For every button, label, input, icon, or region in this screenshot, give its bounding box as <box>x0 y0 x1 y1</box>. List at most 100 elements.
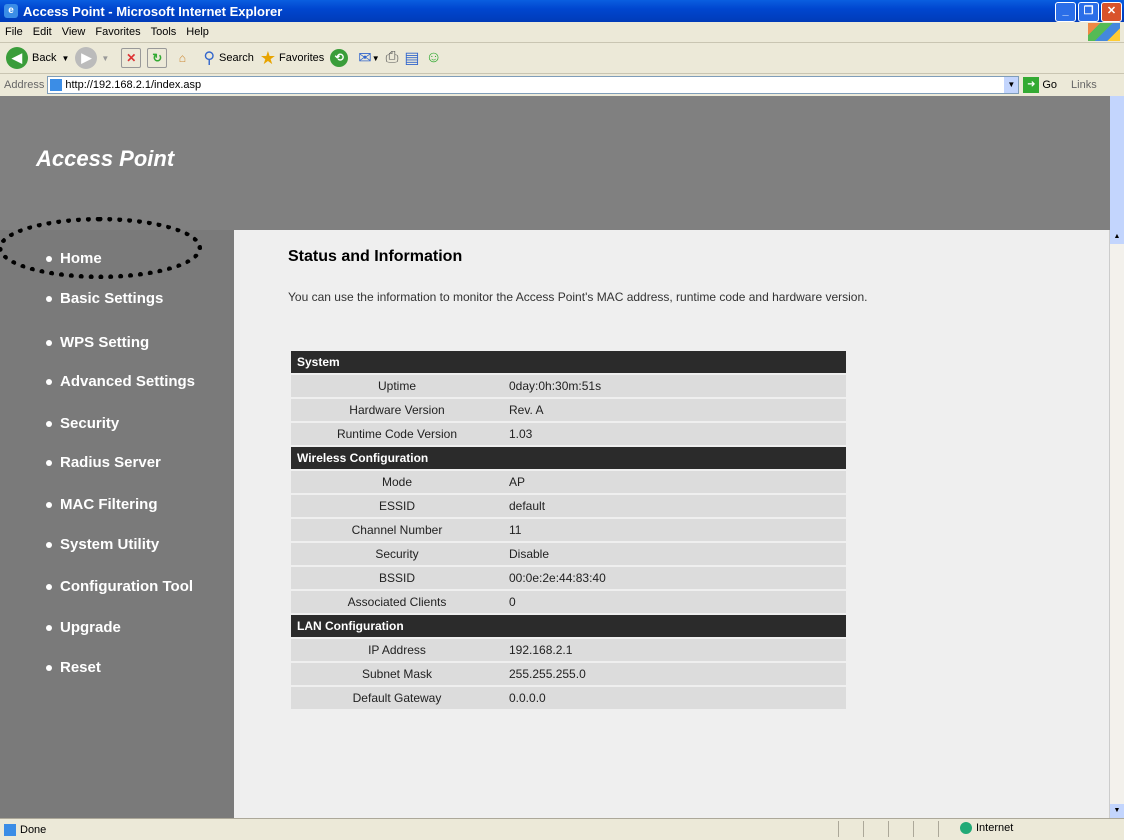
print-button[interactable]: ⎙ <box>386 49 399 67</box>
scrollbar-top <box>1110 96 1124 230</box>
status-text: Done <box>20 823 47 836</box>
chevron-down-icon[interactable]: ▼ <box>1004 77 1019 93</box>
nav-label: Basic Settings <box>60 290 164 307</box>
row-key: Uptime <box>291 375 503 397</box>
nav-home[interactable]: Home <box>46 250 102 267</box>
nav-label: System Utility <box>60 536 160 553</box>
bullet-icon <box>46 255 52 262</box>
row-key: Subnet Mask <box>291 663 503 685</box>
bullet-icon <box>46 501 52 508</box>
nav-label: Security <box>60 415 120 432</box>
messenger-icon: ☺ <box>425 49 442 66</box>
page-description: You can use the information to monitor t… <box>288 290 868 304</box>
forward-arrow-icon: ▶ <box>75 47 98 69</box>
nav-label: Home <box>60 250 102 267</box>
minimize-button[interactable]: _ <box>1055 2 1076 22</box>
nav-upgrade[interactable]: Upgrade <box>46 619 121 636</box>
nav-advanced-settings[interactable]: Advanced Settings <box>46 373 195 390</box>
nav-label: Advanced Settings <box>60 373 196 390</box>
table-row: Hardware Version Rev. A <box>291 399 846 421</box>
mail-icon: ✉ <box>358 50 372 67</box>
row-key: Security <box>291 543 503 565</box>
status-bar: Done Internet <box>0 818 1124 840</box>
nav-mac-filtering[interactable]: MAC Filtering <box>46 496 158 513</box>
address-url: http://192.168.2.1/index.asp <box>65 79 202 91</box>
stop-button[interactable]: ✕ <box>121 48 142 68</box>
row-value: 0day:0h:30m:51s <box>503 375 846 397</box>
menu-view[interactable]: View <box>57 26 91 38</box>
favorites-label: Favorites <box>279 52 325 64</box>
table-row: Associated Clients 0 <box>291 591 846 613</box>
row-key: Default Gateway <box>291 687 503 709</box>
go-button[interactable]: ➜ Go <box>1023 77 1057 93</box>
row-value: AP <box>503 471 846 493</box>
sidebar: Home Basic Settings WPS Setting Advanced… <box>32 230 234 818</box>
row-value: Rev. A <box>503 399 846 421</box>
window-title: Access Point - Microsoft Internet Explor… <box>23 3 283 19</box>
ie-icon: e <box>4 4 18 18</box>
refresh-button[interactable]: ↻ <box>147 48 168 68</box>
window-titlebar: e Access Point - Microsoft Internet Expl… <box>0 0 1124 22</box>
back-arrow-icon: ◀ <box>6 47 28 69</box>
menu-favorites[interactable]: Favorites <box>90 26 145 38</box>
search-icon: ⚲ <box>203 50 216 67</box>
status-panels <box>838 821 963 837</box>
history-icon: ⟲ <box>330 49 349 67</box>
nav-radius-server[interactable]: Radius Server <box>46 454 161 471</box>
section-system: System <box>291 351 846 373</box>
nav-system-utility[interactable]: System Utility <box>46 536 159 553</box>
nav-configuration-tool[interactable]: Configuration Tool <box>46 578 193 595</box>
table-row: Runtime Code Version 1.03 <box>291 423 846 445</box>
section-wireless: Wireless Configuration <box>291 447 846 469</box>
status-panel <box>888 821 913 837</box>
history-button[interactable]: ⟲ <box>330 49 349 67</box>
row-key: Hardware Version <box>291 399 503 421</box>
windows-logo-icon <box>1088 23 1120 41</box>
menu-tools[interactable]: Tools <box>146 26 182 38</box>
nav-label: Radius Server <box>60 454 161 471</box>
globe-icon <box>960 822 972 834</box>
menu-help[interactable]: Help <box>181 26 214 38</box>
mail-button[interactable]: ✉ ▼ <box>358 48 379 68</box>
nav-wps-setting[interactable]: WPS Setting <box>46 334 149 351</box>
print-icon: ⎙ <box>385 49 399 66</box>
favorites-button[interactable]: ★ Favorites <box>260 48 324 69</box>
nav-security[interactable]: Security <box>46 415 119 432</box>
edit-button[interactable]: ▤ <box>404 48 419 68</box>
page-title: Status and Information <box>288 248 463 265</box>
nav-basic-settings[interactable]: Basic Settings <box>46 290 163 307</box>
nav-reset[interactable]: Reset <box>46 659 101 676</box>
section-lan: LAN Configuration <box>291 615 846 637</box>
bullet-icon <box>46 459 52 466</box>
vertical-scrollbar[interactable]: ▲ ▼ <box>1109 230 1124 818</box>
back-button[interactable]: ◀ Back ▼ <box>6 47 69 69</box>
messenger-button[interactable]: ☺ <box>426 49 442 67</box>
table-row: Channel Number 11 <box>291 519 846 541</box>
stop-icon: ✕ <box>121 48 142 68</box>
menu-file[interactable]: File <box>0 26 28 38</box>
search-label: Search <box>219 52 254 64</box>
forward-button[interactable]: ▶ ▼ <box>75 47 109 69</box>
home-button[interactable]: ⌂ <box>173 49 191 67</box>
links-button[interactable]: Links <box>1071 79 1097 91</box>
zone-label: Internet <box>976 822 1014 834</box>
status-table: System Uptime 0day:0h:30m:51s Hardware Ve… <box>291 349 846 711</box>
page-icon <box>4 823 16 836</box>
nav-label: WPS Setting <box>60 334 150 351</box>
table-row: ESSID default <box>291 495 846 517</box>
table-row: Default Gateway 0.0.0.0 <box>291 687 846 709</box>
scroll-down-icon[interactable]: ▼ <box>1110 804 1124 818</box>
maximize-button[interactable]: ❐ <box>1078 2 1099 22</box>
close-button[interactable]: ✕ <box>1101 2 1122 22</box>
menu-edit[interactable]: Edit <box>28 26 57 38</box>
menu-bar: File Edit View Favorites Tools Help <box>0 22 1124 43</box>
section-header: System <box>291 351 846 373</box>
address-input[interactable]: http://192.168.2.1/index.asp ▼ <box>47 76 1020 94</box>
nav-label: Reset <box>60 659 101 676</box>
bullet-icon <box>46 664 52 671</box>
scroll-up-icon[interactable]: ▲ <box>1110 230 1124 244</box>
bullet-icon <box>46 583 52 590</box>
row-key: Runtime Code Version <box>291 423 503 445</box>
search-button[interactable]: ⚲ Search <box>203 48 254 68</box>
table-row: Mode AP <box>291 471 846 493</box>
